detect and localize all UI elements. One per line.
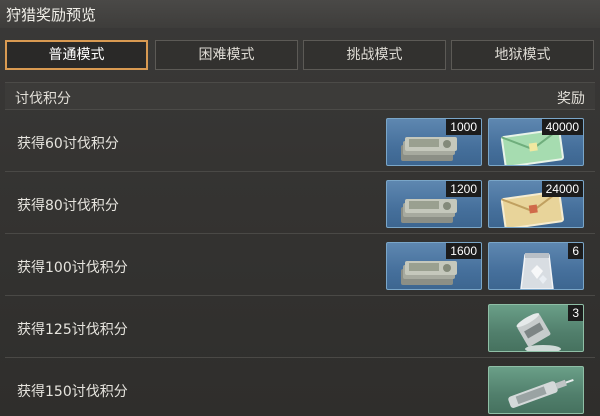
- item-quantity: 6: [568, 243, 583, 259]
- reward-item[interactable]: 24000: [488, 180, 584, 228]
- reward-item[interactable]: 1600: [386, 242, 482, 290]
- reward-item[interactable]: 1000: [386, 118, 482, 166]
- reward-item[interactable]: 40000: [488, 118, 584, 166]
- row-label: 获得125讨伐积分: [17, 322, 128, 338]
- header-points: 讨伐积分: [15, 91, 71, 107]
- item-quantity: 1000: [446, 119, 481, 135]
- tab-hard-mode[interactable]: 困难模式: [155, 40, 298, 70]
- page-title: 狩猎奖励预览: [6, 6, 97, 24]
- tab-challenge-mode[interactable]: 挑战模式: [303, 40, 446, 70]
- item-quantity: 1200: [446, 181, 481, 197]
- item-quantity: 40000: [541, 119, 583, 135]
- reward-item[interactable]: 1200: [386, 180, 482, 228]
- reward-item[interactable]: 3: [488, 304, 584, 352]
- reward-row: 获得60讨伐积分 1000 40000: [5, 114, 595, 172]
- reward-row: 获得100讨伐积分 1600 6: [5, 238, 595, 296]
- row-label: 获得150讨伐积分: [17, 384, 128, 400]
- mode-tabs: 普通模式 困难模式 挑战模式 地狱模式: [5, 40, 595, 70]
- item-quantity: 3: [568, 305, 583, 321]
- row-label: 获得100讨伐积分: [17, 260, 128, 276]
- item-quantity: 24000: [541, 181, 583, 197]
- reward-row: 获得80讨伐积分 1200 24000: [5, 176, 595, 234]
- tab-normal-mode[interactable]: 普通模式: [5, 40, 148, 70]
- syringe-icon: [508, 378, 574, 408]
- reward-row: 获得150讨伐积分: [5, 362, 595, 416]
- row-label: 获得80讨伐积分: [17, 198, 119, 214]
- item-quantity: 1600: [446, 243, 481, 259]
- reward-row: 获得125讨伐积分 3: [5, 300, 595, 358]
- header-rewards: 奖励: [557, 91, 585, 107]
- reward-item[interactable]: 6: [488, 242, 584, 290]
- tab-hell-mode[interactable]: 地狱模式: [451, 40, 594, 70]
- title-bar: 狩猎奖励预览: [0, 0, 600, 28]
- table-header: 讨伐积分 奖励: [5, 82, 595, 110]
- row-label: 获得60讨伐积分: [17, 136, 119, 152]
- reward-item[interactable]: [488, 366, 584, 414]
